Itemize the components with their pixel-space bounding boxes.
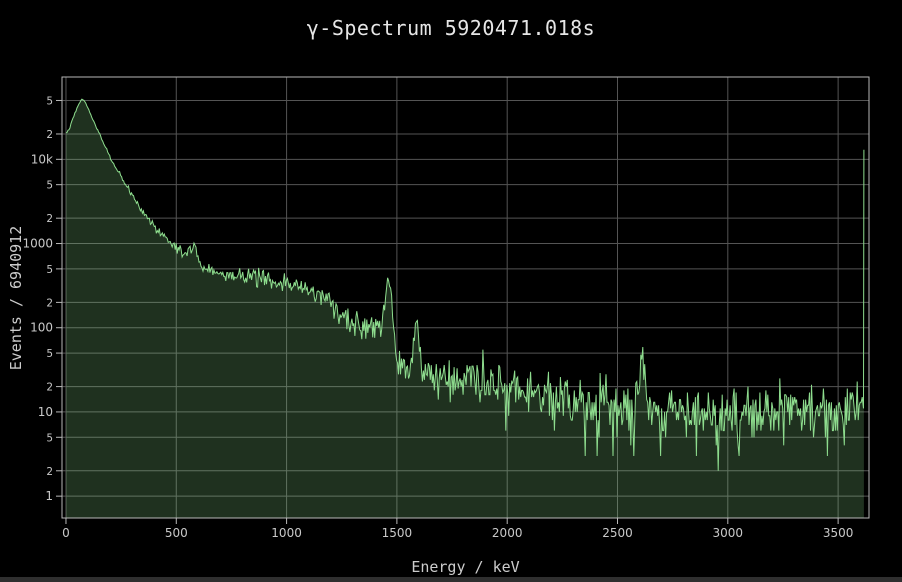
- y-tick-label: 5: [46, 95, 53, 107]
- x-axis-title: Energy / keV: [62, 558, 869, 576]
- x-tick-label: 500: [165, 526, 188, 540]
- y-tick-label: 10k: [31, 152, 53, 166]
- x-tick-label: 2000: [492, 526, 523, 540]
- y-tick-label: 1000: [22, 237, 53, 251]
- y-tick-label: 2: [46, 129, 53, 141]
- y-tick-label: 5: [46, 432, 53, 444]
- x-tick-label: 1000: [271, 526, 302, 540]
- spectrum-plot[interactable]: 5210k52100052100521052105001000150020002…: [0, 0, 902, 582]
- x-tick-label: 2500: [602, 526, 633, 540]
- x-tick-label: 3000: [713, 526, 744, 540]
- window-edge-strip: [0, 577, 902, 582]
- x-tick-label: 0: [62, 526, 70, 540]
- x-tick-label: 3500: [823, 526, 854, 540]
- y-tick-label: 1: [45, 489, 53, 503]
- y-tick-label: 10: [38, 405, 53, 419]
- y-tick-label: 5: [46, 348, 53, 360]
- x-tick-label: 1500: [382, 526, 413, 540]
- y-tick-label: 5: [46, 180, 53, 192]
- y-tick-label: 2: [46, 213, 53, 225]
- app-window: γ-Spectrum 5920471.018s 5210k52100052100…: [0, 0, 902, 582]
- y-tick-label: 2: [46, 297, 53, 309]
- y-tick-label: 100: [30, 321, 53, 335]
- spectrum-fill: [66, 99, 864, 518]
- y-tick-label: 5: [46, 264, 53, 276]
- y-axis-title: Events / 6940912: [7, 226, 25, 371]
- y-tick-label: 2: [46, 382, 53, 394]
- y-tick-label: 2: [46, 466, 53, 478]
